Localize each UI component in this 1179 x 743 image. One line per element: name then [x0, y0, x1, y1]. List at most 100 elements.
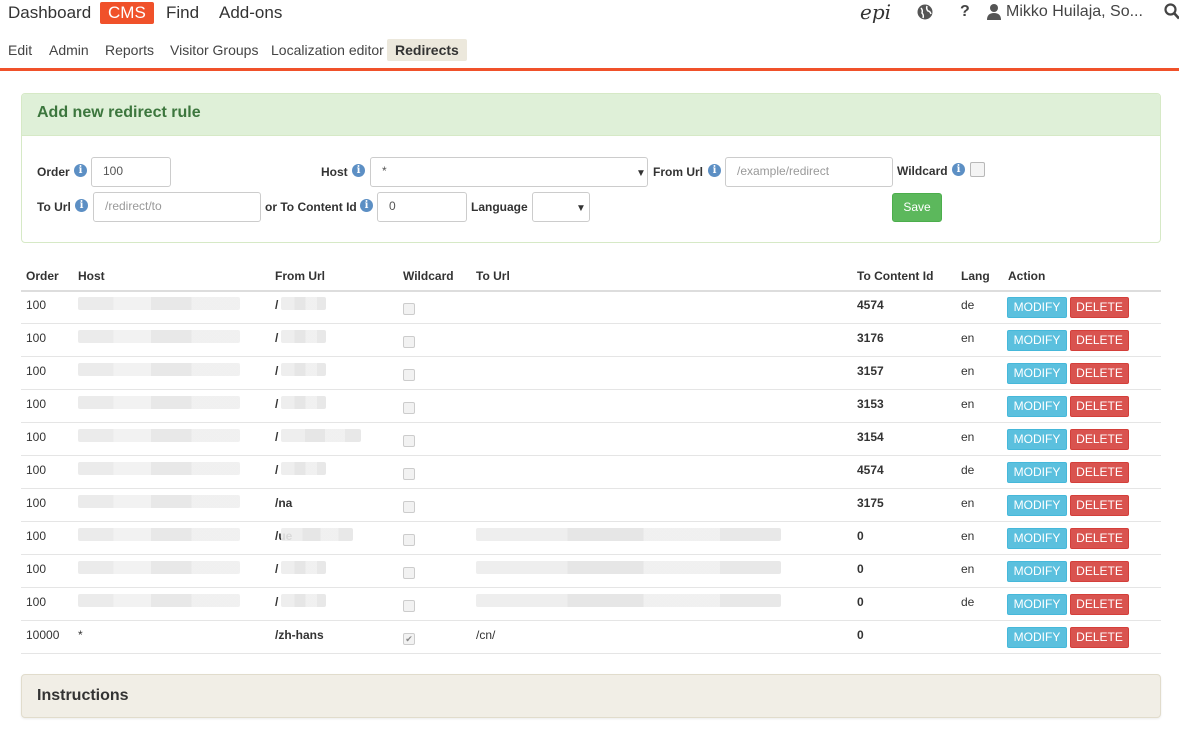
table-row: 100 / 0 en MODIFY DELETE	[21, 555, 1161, 588]
subnav-visitor-groups[interactable]: Visitor Groups	[170, 42, 258, 58]
cell-from-url: /zh-hans	[275, 628, 324, 642]
wildcard-info-icon[interactable]: i	[952, 163, 965, 176]
table-row: 100/ue0enMODIFYDELETE	[21, 522, 1161, 555]
table-row: 100 / 3157 en MODIFY DELETE	[21, 357, 1161, 390]
modify-button[interactable]: MODIFY	[1007, 330, 1067, 351]
table-row: 100 / 4574 de MODIFY DELETE	[21, 456, 1161, 489]
delete-button[interactable]: DELETE	[1070, 396, 1129, 417]
language-label: Language	[471, 200, 528, 214]
subnav-admin[interactable]: Admin	[49, 42, 89, 58]
cell-order: 100	[26, 463, 47, 477]
user-icon	[986, 3, 1002, 25]
from-url-info-icon[interactable]: i	[708, 164, 721, 177]
delete-button[interactable]: DELETE	[1070, 594, 1129, 615]
modify-button[interactable]: MODIFY	[1007, 363, 1067, 384]
delete-button[interactable]: DELETE	[1070, 528, 1129, 549]
cell-from-url: /	[275, 298, 279, 312]
delete-button[interactable]: DELETE	[1070, 462, 1129, 483]
modify-button[interactable]: MODIFY	[1007, 528, 1067, 549]
cell-from-url-redacted	[281, 462, 326, 475]
cell-order: 100	[26, 595, 47, 609]
cell-order: 100	[26, 562, 47, 576]
cell-to-content-id: 3157	[857, 364, 884, 378]
cell-order: 100	[26, 430, 47, 444]
cell-to-content-id: 0	[857, 562, 864, 576]
delete-button[interactable]: DELETE	[1070, 363, 1129, 384]
nav-find[interactable]: Find	[166, 3, 199, 23]
cell-lang: en	[961, 430, 975, 444]
header-lang: Lang	[961, 269, 990, 283]
modify-button[interactable]: MODIFY	[1007, 627, 1067, 648]
subnav-localization-editor[interactable]: Localization editor	[271, 42, 384, 58]
modify-button[interactable]: MODIFY	[1007, 396, 1067, 417]
save-button[interactable]: Save	[892, 193, 942, 222]
table-row: 100/na 3175 en MODIFY DELETE	[21, 489, 1161, 522]
delete-button[interactable]: DELETE	[1070, 429, 1129, 450]
from-url-label: From Url	[653, 165, 704, 179]
cell-from-url-redacted	[281, 363, 326, 376]
wildcard-checkbox	[403, 600, 415, 612]
wildcard-checkbox-checked: ✔	[403, 633, 415, 645]
subnav-edit[interactable]: Edit	[8, 42, 32, 58]
host-select[interactable]: *	[370, 157, 648, 187]
table-row: 100 / 4574 de MODIFY DELETE	[21, 291, 1161, 324]
help-icon[interactable]: ?	[960, 3, 970, 21]
epi-logo[interactable]: epi	[860, 0, 891, 24]
cell-to-url: /cn/	[476, 628, 496, 642]
nav-cms[interactable]: CMS	[100, 2, 154, 24]
header-wildcard: Wildcard	[403, 269, 454, 283]
cell-host-redacted	[78, 528, 240, 541]
delete-button[interactable]: DELETE	[1070, 561, 1129, 582]
delete-button[interactable]: DELETE	[1070, 330, 1129, 351]
wildcard-checkbox	[403, 501, 415, 513]
to-content-id-input[interactable]: 0	[377, 192, 467, 222]
wildcard-checkbox[interactable]	[970, 162, 985, 177]
modify-button[interactable]: MODIFY	[1007, 429, 1067, 450]
modify-button[interactable]: MODIFY	[1007, 495, 1067, 516]
instructions-panel[interactable]: Instructions	[21, 674, 1161, 718]
from-url-input[interactable]: /example/redirect	[725, 157, 893, 187]
cell-lang: en	[961, 364, 975, 378]
cell-host-redacted	[78, 297, 240, 310]
host-label: Host	[321, 165, 348, 179]
cell-to-content-id: 0	[857, 628, 864, 642]
cell-host-redacted	[78, 462, 240, 475]
modify-button[interactable]: MODIFY	[1007, 594, 1067, 615]
order-info-icon[interactable]: i	[74, 164, 87, 177]
cell-from-url: /na	[275, 496, 293, 510]
cell-order: 100	[26, 298, 47, 312]
cell-from-url-redacted	[281, 561, 326, 574]
cell-lang: de	[961, 463, 975, 477]
globe-icon[interactable]	[916, 3, 934, 26]
nav-dashboard[interactable]: Dashboard	[8, 3, 91, 23]
cell-lang: en	[961, 529, 975, 543]
cell-host: *	[78, 628, 83, 642]
modify-button[interactable]: MODIFY	[1007, 561, 1067, 582]
cell-from-url: /	[275, 397, 279, 411]
cell-host-redacted	[78, 363, 240, 376]
delete-button[interactable]: DELETE	[1070, 627, 1129, 648]
modify-button[interactable]: MODIFY	[1007, 297, 1067, 318]
cell-host-redacted	[78, 495, 240, 508]
cell-order: 100	[26, 529, 47, 543]
to-url-input[interactable]: /redirect/to	[93, 192, 261, 222]
subnav-redirects[interactable]: Redirects	[387, 39, 467, 61]
user-menu[interactable]: Mikko Huilaja, So...	[1006, 3, 1143, 21]
modify-button[interactable]: MODIFY	[1007, 462, 1067, 483]
delete-button[interactable]: DELETE	[1070, 495, 1129, 516]
cell-from-url-redacted	[281, 330, 326, 343]
order-input[interactable]: 100	[91, 157, 171, 187]
to-url-label: To Url	[37, 200, 71, 214]
search-icon[interactable]	[1164, 3, 1179, 25]
nav-add-ons[interactable]: Add-ons	[219, 3, 282, 23]
order-label: Order	[37, 165, 70, 179]
to-content-id-info-icon[interactable]: i	[360, 199, 373, 212]
host-info-icon[interactable]: i	[352, 164, 365, 177]
cell-from-url-redacted	[281, 594, 326, 607]
delete-button[interactable]: DELETE	[1070, 297, 1129, 318]
to-url-info-icon[interactable]: i	[75, 199, 88, 212]
subnav-reports[interactable]: Reports	[105, 42, 154, 58]
cell-to-content-id: 4574	[857, 298, 884, 312]
cell-order: 100	[26, 397, 47, 411]
add-redirect-panel: Add new redirect rule Order i 100 Host i…	[21, 93, 1161, 243]
